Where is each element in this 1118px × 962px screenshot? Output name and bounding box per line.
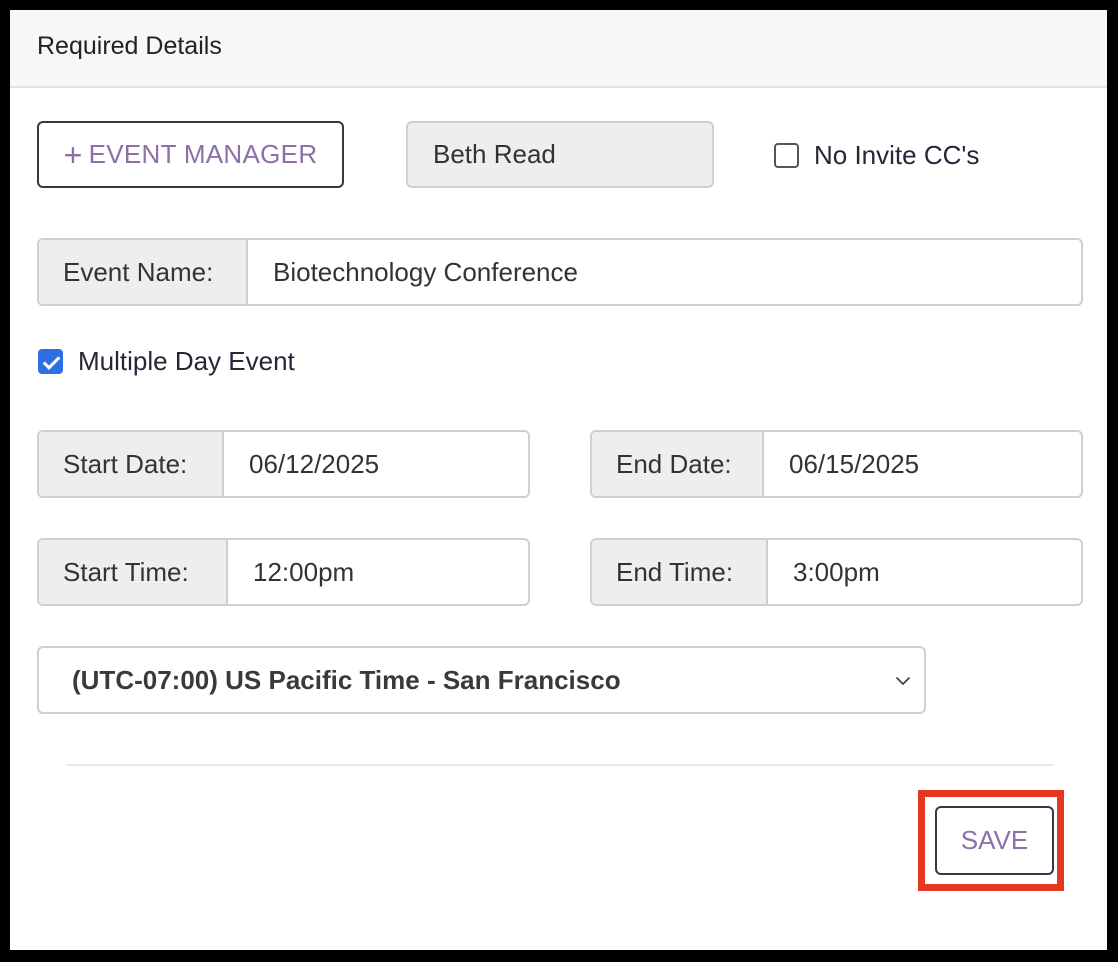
event-manager-name-field: Beth Read	[406, 121, 714, 188]
event-name-group: Event Name: Biotechnology Conference	[37, 238, 1083, 306]
panel-title: Required Details	[37, 32, 222, 60]
no-invite-cc-label: No Invite CC's	[814, 140, 980, 170]
start-date-input[interactable]: 06/12/2025	[224, 432, 528, 496]
timezone-selected-value: (UTC-07:00) US Pacific Time - San Franci…	[72, 664, 621, 695]
footer-divider	[66, 764, 1054, 766]
timezone-select[interactable]: (UTC-07:00) US Pacific Time - San Franci…	[37, 646, 926, 714]
no-invite-cc-checkbox[interactable]	[774, 143, 799, 168]
start-date-group: Start Date: 06/12/2025	[37, 430, 530, 498]
start-date-label: Start Date:	[39, 432, 224, 496]
save-button-label: SAVE	[960, 825, 1029, 855]
start-time-input[interactable]: 12:00pm	[228, 540, 528, 604]
panel-header: Required Details	[10, 10, 1107, 88]
add-event-manager-label: EVENT MANAGER	[88, 139, 318, 169]
start-time-group: Start Time: 12:00pm	[37, 538, 530, 606]
add-event-manager-button[interactable]: + EVENT MANAGER	[37, 121, 344, 188]
no-invite-cc-checkbox-row[interactable]: No Invite CC's	[774, 140, 979, 171]
multiple-day-checkbox[interactable]	[38, 349, 63, 374]
chevron-down-icon	[896, 677, 910, 685]
end-date-label: End Date:	[592, 432, 764, 496]
end-date-input[interactable]: 06/15/2025	[764, 432, 1081, 496]
plus-icon: +	[63, 136, 83, 173]
start-time-label: Start Time:	[39, 540, 228, 604]
end-time-input[interactable]: 3:00pm	[768, 540, 1081, 604]
end-date-group: End Date: 06/15/2025	[590, 430, 1083, 498]
event-name-label: Event Name:	[39, 240, 248, 304]
event-manager-name: Beth Read	[433, 139, 556, 169]
end-time-group: End Time: 3:00pm	[590, 538, 1083, 606]
required-details-panel: Required Details + EVENT MANAGER Beth Re…	[10, 10, 1107, 950]
multiple-day-checkbox-row[interactable]: Multiple Day Event	[38, 346, 295, 377]
end-time-label: End Time:	[592, 540, 768, 604]
event-name-input[interactable]: Biotechnology Conference	[248, 240, 1081, 304]
multiple-day-label: Multiple Day Event	[78, 346, 295, 376]
save-button[interactable]: SAVE	[935, 806, 1054, 875]
